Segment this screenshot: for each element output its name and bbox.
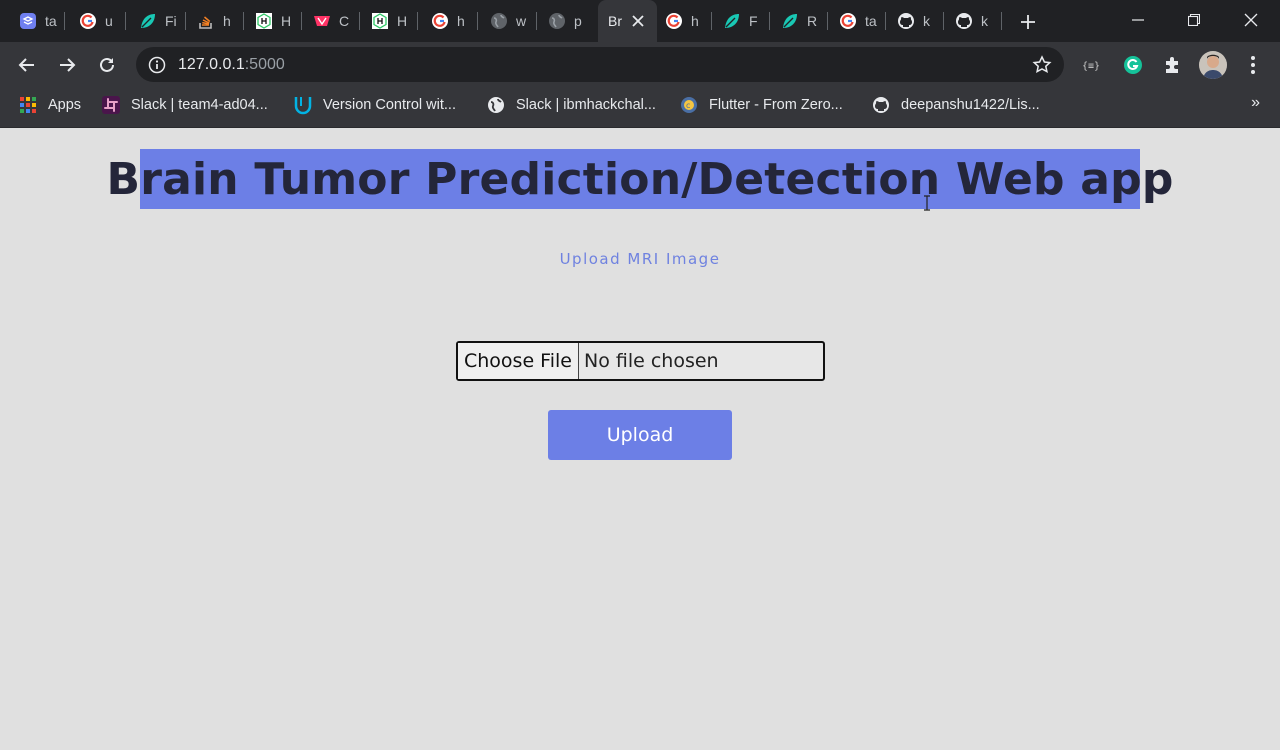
json-formatter-extension-icon[interactable]: {≡} bbox=[1080, 53, 1104, 77]
bookmark-label: Flutter - From Zero... bbox=[709, 97, 843, 113]
browser-tab-strip: ta u Fi h H C H h w p Br h F R ta k k bbox=[0, 0, 1280, 42]
address-bar[interactable]: 127.0.0.1:5000 bbox=[136, 47, 1064, 82]
leaf-icon bbox=[723, 12, 741, 30]
close-window-icon[interactable] bbox=[1223, 0, 1279, 40]
restore-icon[interactable] bbox=[1166, 0, 1222, 40]
site-info-icon[interactable] bbox=[148, 56, 166, 74]
browser-tab[interactable]: k bbox=[886, 0, 944, 42]
globe-icon bbox=[548, 12, 566, 30]
browser-tab[interactable]: Fi bbox=[128, 0, 186, 42]
extensions-puzzle-icon[interactable] bbox=[1161, 53, 1185, 77]
browser-tab[interactable]: ta bbox=[828, 0, 886, 42]
google-icon bbox=[665, 12, 683, 30]
bookmark-slack-team[interactable]: Slack | team4-ad04... bbox=[101, 88, 268, 122]
github-icon bbox=[871, 95, 891, 115]
browser-tab[interactable]: H bbox=[244, 0, 302, 42]
grammarly-icon[interactable] bbox=[1121, 53, 1145, 77]
address-host: 127.0.0.1 bbox=[178, 56, 245, 73]
slack-icon bbox=[101, 95, 121, 115]
upload-button[interactable]: Upload bbox=[548, 410, 732, 460]
file-input[interactable]: Choose File No file chosen bbox=[456, 341, 825, 381]
browser-tab-active[interactable]: Br bbox=[598, 0, 657, 42]
svg-text:c: c bbox=[686, 101, 690, 110]
profile-avatar[interactable] bbox=[1199, 51, 1227, 79]
address-url[interactable]: 127.0.0.1:5000 bbox=[178, 56, 285, 74]
back-arrow-icon[interactable] bbox=[12, 50, 42, 80]
reload-icon[interactable] bbox=[92, 50, 122, 80]
bookmark-label: Version Control wit... bbox=[323, 97, 456, 113]
browser-tab[interactable]: F bbox=[712, 0, 770, 42]
bookmark-version-control[interactable]: Version Control wit... bbox=[293, 88, 456, 122]
file-status-text: No file chosen bbox=[584, 350, 719, 372]
udacity-icon bbox=[293, 95, 313, 115]
google-icon bbox=[431, 12, 449, 30]
bookmark-flutter[interactable]: c Flutter - From Zero... bbox=[679, 88, 843, 122]
more-menu-icon[interactable] bbox=[1241, 53, 1265, 77]
page-title: Brain Tumor Prediction/Detection Web app bbox=[106, 153, 1174, 205]
browser-tab[interactable]: h bbox=[654, 0, 712, 42]
browser-tab[interactable]: u bbox=[68, 0, 126, 42]
stack-overflow-icon bbox=[197, 12, 215, 30]
leaf-icon bbox=[139, 12, 157, 30]
bookmark-star-icon[interactable] bbox=[1032, 55, 1052, 75]
browser-tab[interactable]: H bbox=[360, 0, 418, 42]
bookmarks-bar: Apps Slack | team4-ad04... Version Contr… bbox=[0, 88, 1280, 128]
page-content: Brain Tumor Prediction/Detection Web app… bbox=[0, 129, 1280, 750]
google-icon bbox=[79, 12, 97, 30]
browser-tab[interactable]: ta bbox=[8, 0, 65, 42]
browser-tab[interactable]: w bbox=[479, 0, 537, 42]
hackerrank-icon bbox=[371, 12, 389, 30]
bookmark-label: Slack | team4-ad04... bbox=[131, 97, 268, 113]
more-bookmarks-chevron[interactable]: » bbox=[1251, 94, 1260, 112]
github-icon bbox=[897, 12, 915, 30]
leaf-icon bbox=[781, 12, 799, 30]
minimize-icon[interactable] bbox=[1110, 0, 1166, 40]
browser-tab[interactable]: R bbox=[770, 0, 828, 42]
globe-icon bbox=[486, 95, 506, 115]
new-tab-icon[interactable] bbox=[1015, 9, 1041, 35]
bookmark-label: deepanshu1422/Lis... bbox=[901, 97, 1040, 113]
browser-tab[interactable]: k bbox=[944, 0, 1002, 42]
choose-file-button[interactable]: Choose File bbox=[458, 343, 579, 379]
title-selection-highlight: Brain Tumor Prediction/Detection Web app bbox=[106, 149, 1173, 209]
browser-tab[interactable]: p bbox=[537, 0, 595, 42]
browser-tab[interactable]: h bbox=[420, 0, 478, 42]
browser-tab[interactable]: h bbox=[186, 0, 244, 42]
svg-text:{≡}: {≡} bbox=[1082, 61, 1100, 72]
bookmark-label: Apps bbox=[48, 97, 82, 113]
google-icon bbox=[839, 12, 857, 30]
codepen-icon bbox=[313, 12, 331, 30]
forward-arrow-icon[interactable] bbox=[52, 50, 82, 80]
upload-subtitle: Upload MRI Image bbox=[559, 250, 721, 268]
github-icon bbox=[955, 12, 973, 30]
address-port: :5000 bbox=[244, 56, 285, 73]
apps-grid-icon bbox=[18, 95, 38, 115]
text-cursor-icon bbox=[922, 195, 932, 211]
bookmark-github-repo[interactable]: deepanshu1422/Lis... bbox=[871, 88, 1040, 122]
layers-icon bbox=[19, 12, 37, 30]
badge-icon: c bbox=[679, 95, 699, 115]
bookmark-apps[interactable]: Apps bbox=[18, 88, 81, 122]
bookmark-slack-ibm[interactable]: Slack | ibmhackchal... bbox=[486, 88, 656, 122]
hackerrank-icon bbox=[255, 12, 273, 30]
close-tab-icon[interactable] bbox=[630, 13, 646, 29]
browser-tab[interactable]: C bbox=[302, 0, 360, 42]
globe-icon bbox=[490, 12, 508, 30]
browser-toolbar: 127.0.0.1:5000 {≡} bbox=[0, 42, 1280, 88]
bookmark-label: Slack | ibmhackchal... bbox=[516, 97, 656, 113]
